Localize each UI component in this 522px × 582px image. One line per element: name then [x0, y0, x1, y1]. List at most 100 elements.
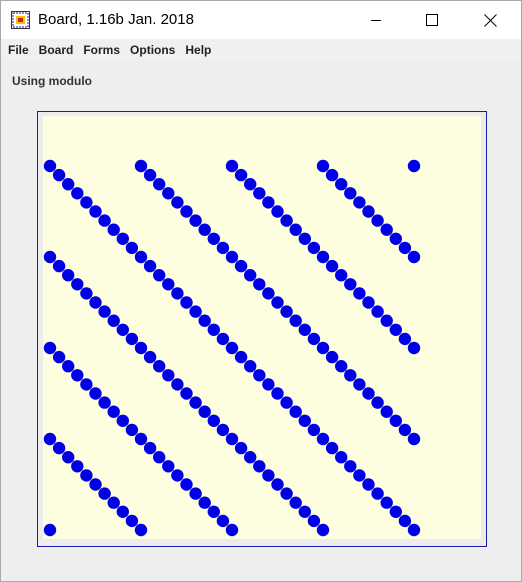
board-dot[interactable] — [307, 241, 321, 255]
board-dot[interactable] — [98, 396, 111, 409]
board-dot[interactable] — [162, 187, 175, 200]
board-dot[interactable] — [253, 187, 266, 200]
board-dot[interactable] — [207, 505, 220, 518]
board-dot[interactable] — [289, 223, 302, 236]
board-dot[interactable] — [371, 305, 384, 318]
board-dot[interactable] — [335, 269, 348, 282]
board-dot[interactable] — [153, 269, 166, 282]
board-dot[interactable] — [98, 214, 111, 227]
board-dot[interactable] — [325, 350, 339, 364]
menu-help[interactable]: Help — [180, 39, 216, 61]
board-dot[interactable] — [316, 523, 330, 537]
board-dot[interactable] — [380, 314, 393, 327]
board-dot[interactable] — [280, 487, 293, 500]
board-dot[interactable] — [335, 451, 348, 464]
board-dot[interactable] — [335, 360, 348, 373]
board-dot[interactable] — [353, 287, 366, 300]
board-dot[interactable] — [225, 341, 239, 355]
board-dot[interactable] — [216, 241, 230, 255]
close-button[interactable] — [467, 1, 513, 39]
board-dot[interactable] — [307, 332, 321, 346]
board-dot[interactable] — [271, 478, 284, 491]
board-dot[interactable] — [362, 205, 375, 218]
board-dot[interactable] — [244, 178, 257, 191]
board-dot[interactable] — [43, 159, 57, 173]
board-dot[interactable] — [125, 332, 139, 346]
board-dot[interactable] — [189, 396, 202, 409]
board-dot[interactable] — [71, 187, 84, 200]
board-dot[interactable] — [407, 523, 421, 537]
board-dot[interactable] — [316, 432, 330, 446]
board-dot[interactable] — [380, 223, 393, 236]
board-dot[interactable] — [171, 287, 184, 300]
board-dot[interactable] — [116, 232, 129, 245]
board-dot[interactable] — [398, 332, 412, 346]
board-dot[interactable] — [62, 360, 75, 373]
board-dot[interactable] — [62, 451, 75, 464]
board-dot[interactable] — [43, 341, 57, 355]
board-dot[interactable] — [344, 278, 357, 291]
board-dot[interactable] — [80, 378, 93, 391]
board-dot[interactable] — [325, 168, 339, 182]
board-dot[interactable] — [234, 259, 248, 273]
board-dot[interactable] — [116, 414, 129, 427]
board-dot[interactable] — [171, 196, 184, 209]
board-dot[interactable] — [198, 314, 211, 327]
board-dot[interactable] — [143, 168, 157, 182]
board-dot[interactable] — [389, 232, 402, 245]
board-dot[interactable] — [89, 296, 102, 309]
board-dot[interactable] — [225, 159, 239, 173]
board-dot[interactable] — [80, 196, 93, 209]
board-dot[interactable] — [298, 323, 311, 336]
board-dot[interactable] — [389, 414, 402, 427]
board-dot[interactable] — [153, 451, 166, 464]
board-dot[interactable] — [389, 505, 402, 518]
board-dot[interactable] — [171, 378, 184, 391]
board-dot[interactable] — [316, 159, 330, 173]
board-dot[interactable] — [380, 405, 393, 418]
board-dot[interactable] — [407, 432, 421, 446]
menu-file[interactable]: File — [3, 39, 34, 61]
board-dot[interactable] — [253, 460, 266, 473]
board-dot[interactable] — [407, 341, 421, 355]
board-dot[interactable] — [216, 514, 230, 528]
board-dot[interactable] — [162, 369, 175, 382]
board-dot[interactable] — [207, 323, 220, 336]
board-dot[interactable] — [43, 250, 57, 264]
board-dot[interactable] — [162, 278, 175, 291]
board-dot[interactable] — [362, 296, 375, 309]
board-dot[interactable] — [298, 414, 311, 427]
board-dot[interactable] — [262, 469, 275, 482]
board-dot[interactable] — [225, 432, 239, 446]
board-dot[interactable] — [244, 360, 257, 373]
board-canvas[interactable] — [38, 112, 486, 546]
board-dot[interactable] — [180, 387, 193, 400]
board-dot[interactable] — [180, 205, 193, 218]
board-dot[interactable] — [298, 232, 311, 245]
board-dot[interactable] — [371, 396, 384, 409]
board-dot[interactable] — [225, 250, 239, 264]
board-dot[interactable] — [71, 460, 84, 473]
board-dot[interactable] — [398, 423, 412, 437]
board-dot[interactable] — [52, 350, 66, 364]
board-dot[interactable] — [362, 478, 375, 491]
board-dot[interactable] — [107, 405, 120, 418]
board-dot[interactable] — [198, 223, 211, 236]
board-dot[interactable] — [325, 259, 339, 273]
board-dot[interactable] — [307, 423, 321, 437]
board-dot[interactable] — [353, 469, 366, 482]
board-dot[interactable] — [307, 514, 321, 528]
board-dot[interactable] — [398, 514, 412, 528]
board-dot[interactable] — [89, 387, 102, 400]
board-dot[interactable] — [234, 350, 248, 364]
board-panel[interactable] — [37, 111, 487, 547]
board-dot[interactable] — [171, 469, 184, 482]
board-dot[interactable] — [162, 460, 175, 473]
board-dot[interactable] — [225, 523, 239, 537]
board-dot[interactable] — [234, 441, 248, 455]
board-dot[interactable] — [62, 178, 75, 191]
board-dot[interactable] — [198, 405, 211, 418]
board-dot[interactable] — [207, 232, 220, 245]
board-dot[interactable] — [353, 378, 366, 391]
menu-forms[interactable]: Forms — [78, 39, 125, 61]
